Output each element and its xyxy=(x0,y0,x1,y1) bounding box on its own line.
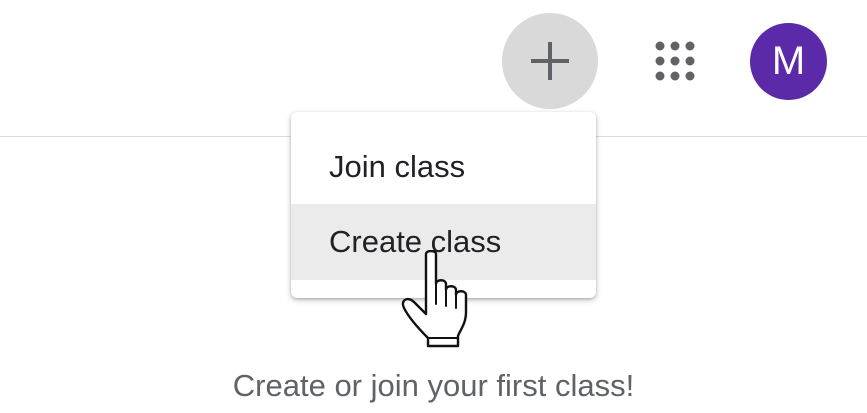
plus-icon xyxy=(531,42,569,80)
hand-pointer-icon xyxy=(401,250,468,348)
join-class-label: Join class xyxy=(329,149,466,184)
empty-state-message: Create or join your first class! xyxy=(232,368,635,403)
apps-grid-icon xyxy=(655,41,695,81)
google-apps-button[interactable] xyxy=(642,28,708,94)
add-class-button[interactable] xyxy=(502,13,598,109)
account-avatar[interactable]: M xyxy=(750,23,827,100)
join-class-menu-item[interactable]: Join class xyxy=(291,129,596,205)
avatar-initial: M xyxy=(771,39,806,83)
